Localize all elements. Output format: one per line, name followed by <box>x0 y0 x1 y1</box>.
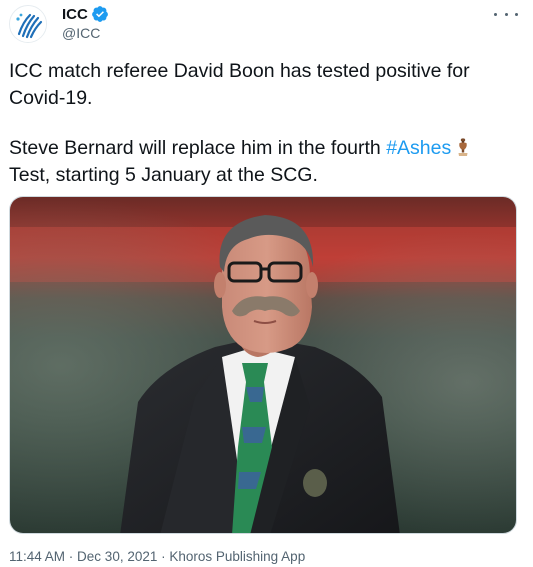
man-with-mustache-in-suit-photo <box>10 197 516 533</box>
tweet-metadata: 11:44 AM · Dec 30, 2021 · Khoros Publish… <box>9 549 305 564</box>
tweet-line-2-text: Steve Bernard will replace him in the fo… <box>9 137 387 159</box>
tweet-text: ICC match referee David Boon has tested … <box>9 58 521 189</box>
tweet-time[interactable]: 11:44 AM <box>9 549 65 564</box>
dot <box>504 12 508 16</box>
display-name[interactable]: ICC <box>62 6 88 23</box>
tweet-date[interactable]: Dec 30, 2021 <box>77 549 157 564</box>
dot <box>515 12 518 16</box>
ashes-urn-trophy-icon <box>458 138 468 156</box>
icc-logo-icon <box>10 6 46 42</box>
tweet-card: ICC @ICC ICC match referee David Boon ha… <box>0 0 533 567</box>
verified-badge-icon <box>91 6 108 22</box>
separator: · <box>157 549 170 564</box>
source-app-link[interactable]: Khoros Publishing App <box>169 549 305 564</box>
more-options-icon[interactable] <box>494 6 518 22</box>
tweet-line-1: ICC match referee David Boon has tested … <box>9 60 470 109</box>
tweet-photo[interactable] <box>9 196 517 534</box>
author-block: ICC @ICC <box>62 4 109 41</box>
avatar[interactable] <box>9 5 47 43</box>
account-handle[interactable]: @ICC <box>62 25 109 41</box>
separator: · <box>65 549 78 564</box>
dot <box>494 12 497 16</box>
hashtag-ashes-link[interactable]: #Ashes <box>386 137 451 159</box>
tweet-line-3-text: Test, starting 5 January at the SCG. <box>9 164 318 186</box>
tweet-line-2: Steve Bernard will replace him in the fo… <box>9 135 521 189</box>
